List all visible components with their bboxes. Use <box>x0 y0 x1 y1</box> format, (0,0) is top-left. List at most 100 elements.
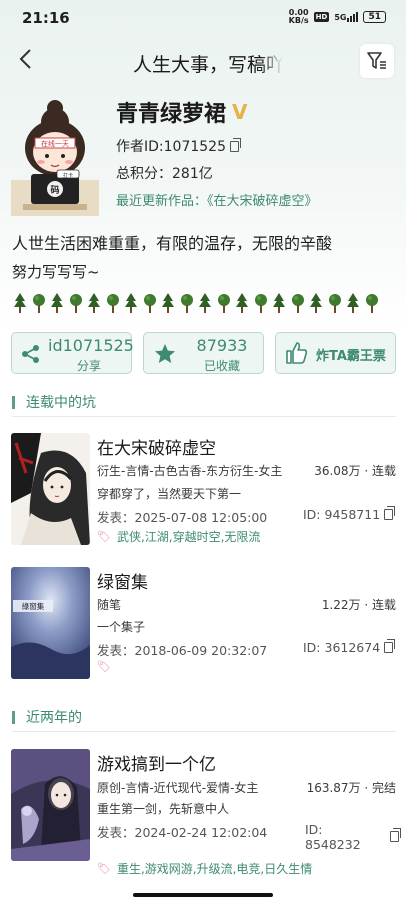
favorite-count: 87933 <box>196 336 248 355</box>
share-icon <box>22 345 39 363</box>
book-cover-title: 綠窗集 <box>22 601 45 611</box>
signal-icon: 5G <box>334 12 359 22</box>
book-item[interactable]: 綠窗集 绿窗集 随笔 1.22万 · 连载 一个集子 发表：2018-06-09… <box>11 567 396 681</box>
book-publish-date: 发表：2025-07-08 12:05:00 <box>97 510 268 525</box>
author-id: 作者ID:1071525 <box>116 136 241 156</box>
avatar-headband-text: 在线一天 <box>41 139 69 148</box>
tree-icon <box>11 292 30 314</box>
pen-name: 青青绿萝裙 <box>116 102 227 127</box>
bio-line-2: 努力写写写~ <box>12 263 100 281</box>
tree-icon <box>344 292 363 314</box>
tree-icon <box>363 292 382 314</box>
book-publish-date: 发表：2018-06-09 20:32:07 <box>97 643 268 658</box>
tag-icon: 🏷 <box>97 530 111 543</box>
tree-icon <box>215 292 234 314</box>
latest-work-link[interactable]: 最近更新作品：《在大宋破碎虚空》 <box>116 190 318 209</box>
filter-icon <box>367 52 386 69</box>
book-tags: 🏷 <box>97 660 111 673</box>
home-indicator[interactable] <box>133 893 273 897</box>
share-label: 分享 <box>76 359 101 373</box>
status-bar: 21:16 0.00 KB/s HD 5G 51 <box>0 0 406 36</box>
book-id: ID: 3612674 <box>303 639 396 655</box>
book-item[interactable]: 在大宋破碎虚空 衍生-言情-古色古香-东方衍生-女主 36.08万 · 连载 穿… <box>11 433 396 547</box>
book-cover[interactable] <box>11 749 90 861</box>
favorite-label: 已收藏 <box>203 359 240 373</box>
section-accent-bar <box>12 396 15 409</box>
book-id: ID: 8548232 <box>305 822 361 852</box>
share-button[interactable]: id1071525 分享 <box>11 332 134 374</box>
tree-icon <box>326 292 345 314</box>
tree-icon <box>104 292 123 314</box>
copy-icon[interactable] <box>390 828 401 842</box>
tree-icon <box>233 292 252 314</box>
tree-icon <box>48 292 67 314</box>
tag-icon: 🏷 <box>97 862 111 875</box>
book-summary: 一个集子 <box>97 620 146 634</box>
network-speed: 0.00 KB/s <box>289 9 309 25</box>
book-cover-image <box>11 433 90 545</box>
book-summary: 重生第一剑，先斩意中人 <box>97 802 230 816</box>
hd-icon: HD <box>313 12 330 22</box>
book-tags: 🏷 重生,游戏网游,升级流,电竞,日久生情 <box>97 860 312 877</box>
favorite-button[interactable]: 87933 已收藏 <box>143 332 264 374</box>
avatar-illustration: 在线一天 打卡 码 <box>11 100 99 216</box>
tag-icon: 🏷 <box>97 660 111 673</box>
tree-icon <box>289 292 308 314</box>
book-id-text: ID: 9458711 <box>303 507 381 522</box>
book-title[interactable]: 绿窗集 <box>97 568 148 593</box>
book-stats: 163.87万 · 完结 <box>306 781 396 795</box>
total-score: 总积分：281亿 <box>116 166 213 182</box>
avatar-sign-text: 打卡 <box>63 172 73 179</box>
back-arrow-icon <box>19 49 31 69</box>
section-header-ongoing: 连载中的坑 <box>12 391 396 417</box>
network-type: 5G <box>334 13 347 22</box>
tree-icon <box>141 292 160 314</box>
book-item[interactable]: 游戏搞到一个亿 原创-言情-近代现代-爱情-女主 163.87万 · 完结 重生… <box>11 749 401 876</box>
section-title: 连载中的坑 <box>26 395 96 411</box>
book-id-value: 8548232 <box>305 837 361 852</box>
tree-icon <box>307 292 326 314</box>
book-title[interactable]: 在大宋破碎虚空 <box>97 434 216 459</box>
book-stats: 1.22万 · 连载 <box>321 598 396 612</box>
share-id: id1071525 <box>48 336 134 355</box>
book-tags-text[interactable]: 重生,游戏网游,升级流,电竞,日久生情 <box>117 860 312 877</box>
book-genre: 随笔 <box>97 598 122 612</box>
vote-button[interactable]: 炸TA霸王票 <box>275 332 396 374</box>
star-icon <box>155 344 175 363</box>
vote-label: 炸TA霸王票 <box>316 349 386 364</box>
tree-icon <box>122 292 141 314</box>
book-id-text: ID: 3612674 <box>303 640 381 655</box>
action-buttons: id1071525 分享 87933 已收藏 炸TA霸王票 <box>11 332 396 374</box>
tree-icon <box>85 292 104 314</box>
tree-icon <box>67 292 86 314</box>
section-accent-bar <box>12 711 15 724</box>
back-button[interactable] <box>14 46 42 74</box>
tree-icon <box>178 292 197 314</box>
book-id-label: ID: <box>305 822 323 837</box>
book-tags-text[interactable]: 武侠,江湖,穿越时空,无限流 <box>117 528 260 545</box>
author-avatar[interactable]: 在线一天 打卡 码 <box>11 100 99 216</box>
bio-line-1: 人世生活困难重重，有限的温存，无限的辛酸 <box>12 234 333 253</box>
author-id-text: 作者ID:1071525 <box>116 139 226 155</box>
copy-icon[interactable] <box>384 506 396 520</box>
book-id: ID: 9458711 <box>303 506 396 522</box>
book-summary: 穿都穿了，当然要天下第一 <box>97 487 242 501</box>
book-cover[interactable] <box>11 433 90 545</box>
filter-button[interactable] <box>360 44 394 78</box>
nav-bar: 人生大事，写稿吖 <box>0 42 406 82</box>
book-cover-image <box>11 749 90 861</box>
copy-icon[interactable] <box>384 639 396 653</box>
section-header-recent: 近两年的 <box>12 706 396 732</box>
tree-icon <box>196 292 215 314</box>
book-cover[interactable]: 綠窗集 <box>11 567 90 679</box>
page-title: 人生大事，写稿吖 <box>133 54 283 76</box>
book-genre: 衍生-言情-古色古香-东方衍生-女主 <box>97 464 283 478</box>
copy-icon[interactable] <box>229 138 241 152</box>
book-cover-image: 綠窗集 <box>11 567 90 679</box>
book-tags: 🏷 武侠,江湖,穿越时空,无限流 <box>97 528 260 545</box>
thumbs-up-icon <box>286 342 308 364</box>
book-title[interactable]: 游戏搞到一个亿 <box>97 750 216 775</box>
tree-decoration-row <box>11 290 381 314</box>
battery-icon: 51 <box>363 11 386 23</box>
tree-icon <box>270 292 289 314</box>
